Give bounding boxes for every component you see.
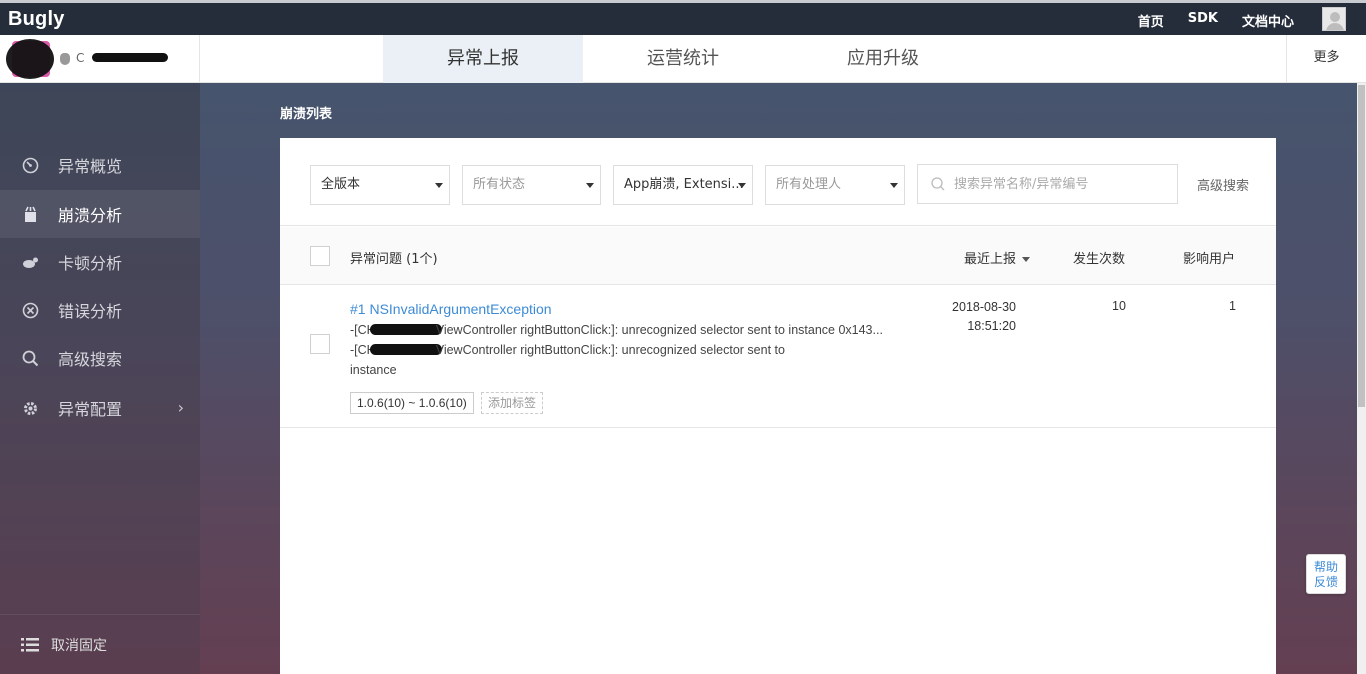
sidebar-item-config[interactable]: 异常配置 › [0,384,200,432]
search-icon [21,349,39,367]
sidebar-item-label: 卡顿分析 [58,254,123,273]
version-select[interactable]: 全版本 [310,165,450,205]
redaction-mark [369,344,442,355]
redaction-mark [92,53,168,62]
redaction-mark [6,39,54,79]
help-line1: 帮助 [1313,560,1338,574]
status-select[interactable]: 所有状态 [462,165,601,205]
tab-app-upgrade[interactable]: 应用升级 [783,35,983,83]
sort-desc-icon [1022,257,1031,262]
type-select-value: App崩溃, Extensi... [624,177,744,192]
advanced-search-link[interactable]: 高级搜索 [1197,175,1249,194]
home-link[interactable]: 首页 [1138,11,1164,30]
sidebar-item-error[interactable]: 错误分析 [0,286,200,334]
caret-down-icon [435,183,443,188]
sidebar-item-crash[interactable]: 崩溃分析 [0,190,200,238]
unpin-label: 取消固定 [51,637,107,654]
gear-icon [21,399,39,417]
app-name: C [76,51,85,65]
tab-operation-stats[interactable]: 运营统计 [583,35,783,83]
issue-message-line: -[CH ViewController rightButtonClick:]: u… [350,343,785,357]
bugly-logo[interactable]: Bugly [8,8,65,31]
table-row: #1 NSInvalidArgumentException -[CH ViewCo… [280,285,1276,428]
table-header: 异常问题 (1个) 最近上报 发生次数 影响用户 [280,227,1276,285]
sidebar-item-label: 错误分析 [58,302,123,321]
header-users[interactable]: 影响用户 [1183,248,1235,267]
sidebar-item-label: 异常配置 [58,400,123,419]
version-select-value: 全版本 [321,177,361,192]
lag-icon [21,253,39,271]
user-avatar[interactable] [1322,7,1346,31]
scrollbar-thumb[interactable] [1358,85,1365,407]
sdk-link[interactable]: SDK [1188,11,1218,30]
sidebar-item-label: 崩溃分析 [58,206,123,225]
sidebar-item-label: 高级搜索 [58,350,123,369]
app-selector[interactable]: C [0,35,200,83]
top-links: 首页 SDK 文档中心 [1114,11,1294,30]
issue-message-line: instance [350,363,397,377]
search-box [917,164,1178,204]
affected-users: 1 [1229,299,1236,313]
page-scrollbar[interactable] [1357,83,1366,674]
sidebar-item-advanced-search[interactable]: 高级搜索 [0,334,200,382]
help-line2: 反馈 [1313,575,1338,589]
search-icon [931,177,945,191]
report-date: 2018-08-30 [952,300,1016,314]
crash-list-panel: 全版本 所有状态 App崩溃, Extensi... 所有处理人 高级搜索 [280,138,1276,674]
error-icon [21,301,39,319]
issue-title-link[interactable]: #1 NSInvalidArgumentException [350,301,552,317]
assignee-select-value: 所有处理人 [776,177,842,192]
header-recent-sort[interactable]: 最近上报 [964,248,1031,267]
issue-message-line: -[CH ViewController rightButtonClick:]: u… [350,323,883,337]
page-title: 崩溃列表 [280,107,333,122]
recent-report-time: 2018-08-30 18:51:20 [930,298,1016,336]
list-icon [21,636,39,654]
row-checkbox[interactable] [310,334,330,354]
search-input[interactable] [954,173,1169,195]
header-recent-label: 最近上报 [964,252,1017,267]
docs-link[interactable]: 文档中心 [1242,11,1294,30]
crash-icon [21,205,39,223]
occurrence-count: 10 [1112,299,1126,313]
sidebar: 异常概览 崩溃分析 卡顿分析 错误分析 高级搜索 异常配置 › 取消固定 [0,83,200,674]
filter-bar: 全版本 所有状态 App崩溃, Extensi... 所有处理人 高级搜索 [280,138,1276,226]
assignee-select[interactable]: 所有处理人 [765,165,905,205]
unpin-sidebar-button[interactable]: 取消固定 [0,614,200,674]
avatar-body-shape [1326,23,1344,30]
product-nav-bar: C 异常上报 运营统计 应用升级 更多 [0,35,1366,83]
message-text: ViewController rightButtonClick:]: unrec… [435,323,883,337]
select-all-checkbox[interactable] [310,246,330,266]
header-issue: 异常问题 (1个) [350,252,438,267]
sidebar-item-overview[interactable]: 异常概览 [0,141,200,189]
header-count[interactable]: 发生次数 [1073,248,1125,267]
caret-down-icon [890,183,898,188]
module-tabs: 异常上报 运营统计 应用升级 [383,35,983,83]
help-feedback-button[interactable]: 帮助 反馈 [1306,554,1346,594]
apple-icon [60,53,70,65]
dashboard-icon [21,156,39,174]
report-time: 18:51:20 [967,319,1016,333]
more-menu[interactable]: 更多 [1286,35,1366,83]
sidebar-item-label: 异常概览 [58,157,123,176]
status-select-value: 所有状态 [473,177,526,192]
message-text: ViewController rightButtonClick:]: unrec… [435,343,785,357]
avatar-head-shape [1330,12,1340,22]
caret-down-icon [738,183,746,188]
sidebar-item-lag[interactable]: 卡顿分析 [0,238,200,286]
redaction-mark [369,324,442,335]
main-content: 崩溃列表 全版本 所有状态 App崩溃, Extensi... 所有处理人 搜索… [200,83,1366,674]
top-bar: Bugly 首页 SDK 文档中心 [0,0,1366,35]
version-tag: 1.0.6(10) ~ 1.0.6(10) [350,392,474,414]
type-select[interactable]: App崩溃, Extensi... [613,165,753,205]
chevron-right-icon: › [177,398,184,417]
add-tag-button[interactable]: 添加标签 [481,392,544,414]
tab-exception-report[interactable]: 异常上报 [383,35,583,83]
caret-down-icon [586,183,594,188]
